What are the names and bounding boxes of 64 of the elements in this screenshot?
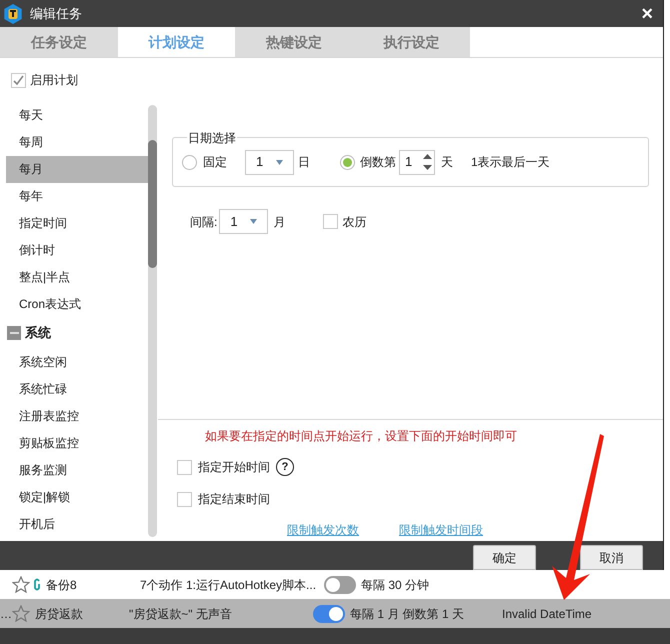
dialog-button[interactable]: 确定 — [473, 545, 536, 570]
sidebar-item[interactable]: 倒计时 — [6, 236, 148, 264]
unit-label: 日 — [298, 154, 310, 171]
task-name: 备份8 — [46, 576, 78, 594]
notice-text: 如果要在指定的时间点开始运行，设置下面的开始时间即可 — [205, 428, 518, 445]
sidebar-item[interactable]: 整点|半点 — [6, 264, 148, 291]
sidebar-item[interactable]: 每天 — [6, 102, 148, 129]
task-action: "房贷返款~" 无声音 — [129, 606, 233, 622]
sidebar-item[interactable]: 指定时间 — [6, 210, 148, 237]
spin-arrows-icon — [423, 153, 432, 171]
checkbox[interactable] — [323, 214, 338, 229]
sidebar-item[interactable]: 每周 — [6, 128, 148, 156]
star-icon[interactable] — [12, 605, 30, 622]
checkbox-label: 指定开始时间 — [198, 459, 270, 476]
group-legend: 日期选择 — [187, 129, 237, 147]
hint-text: 1表示最后一天 — [471, 154, 550, 171]
caret-icon — [250, 219, 258, 224]
sidebar-item[interactable]: 系统忙碌 — [6, 375, 148, 402]
task-row[interactable]: 备份8 7个动作 1:运行AutoHotkey脚本... 每隔 30 分钟 — [0, 570, 670, 599]
sidebar-item[interactable]: 锁定|解锁 — [6, 483, 148, 510]
star-icon[interactable] — [12, 576, 30, 593]
sidebar-item[interactable]: 系统空闲 — [6, 348, 148, 376]
task-row[interactable]: … 房贷返款 "房贷返款~" 无声音 每隔 1 月 倒数第 1 天 Invalid DateTime — [0, 599, 670, 628]
dialog-button[interactable]: 取消 — [580, 545, 643, 570]
task-name: 房贷返款 — [35, 606, 84, 622]
caret-icon — [276, 160, 283, 164]
interval-label: 间隔: — [190, 214, 218, 230]
task-schedule: 每隔 30 分钟 — [361, 576, 430, 594]
number-spinner[interactable]: 1 — [399, 150, 435, 174]
sidebar-item[interactable]: 注册表监控 — [6, 402, 148, 430]
checkbox[interactable] — [177, 460, 192, 474]
help-icon[interactable]: ? — [276, 458, 294, 476]
dropdown[interactable]: 1 — [219, 209, 268, 234]
radio-label: 倒数第 — [360, 154, 396, 171]
radio-label: 固定 — [203, 154, 227, 171]
unit-label: 月 — [273, 214, 286, 230]
window-title: 编辑任务 — [30, 4, 82, 23]
toggle-switch[interactable] — [313, 604, 345, 622]
sidebar-item[interactable]: Cron表达式 — [6, 290, 148, 318]
collapse-toggle[interactable] — [7, 326, 21, 340]
checkbox[interactable] — [177, 492, 192, 506]
sidebar-item[interactable]: 每年 — [6, 182, 148, 210]
scrollbar[interactable] — [148, 105, 157, 537]
checkbox-label: 农历 — [342, 214, 366, 230]
next-run-time: Invalid DateTime — [502, 606, 592, 622]
app-logo-icon — [2, 2, 24, 24]
checkbox[interactable] — [11, 72, 26, 88]
toggle-switch[interactable] — [324, 576, 356, 594]
sidebar-item[interactable]: 开机后 — [6, 510, 148, 537]
task-action: 7个动作 1:运行AutoHotkey脚本... — [140, 576, 318, 594]
radio-button[interactable] — [182, 154, 197, 170]
sidebar-item[interactable]: 服务监测 — [6, 456, 148, 484]
sidebar-item[interactable]: 每月 — [6, 156, 148, 183]
link-icon — [33, 578, 41, 592]
group-label: 系统 — [25, 324, 51, 342]
dropdown[interactable]: 1 — [245, 150, 294, 174]
sidebar-item[interactable]: 剪贴板监控 — [6, 429, 148, 456]
close-button[interactable]: × — [641, 4, 653, 24]
unit-label: 天 — [441, 154, 453, 171]
task-schedule: 每隔 1 月 倒数第 1 天 — [350, 606, 466, 622]
ellipsis-text: … — [0, 606, 11, 622]
checkbox-label: 指定结束时间 — [198, 491, 270, 508]
radio-button[interactable] — [340, 154, 355, 170]
checkbox-label: 启用计划 — [30, 72, 78, 89]
